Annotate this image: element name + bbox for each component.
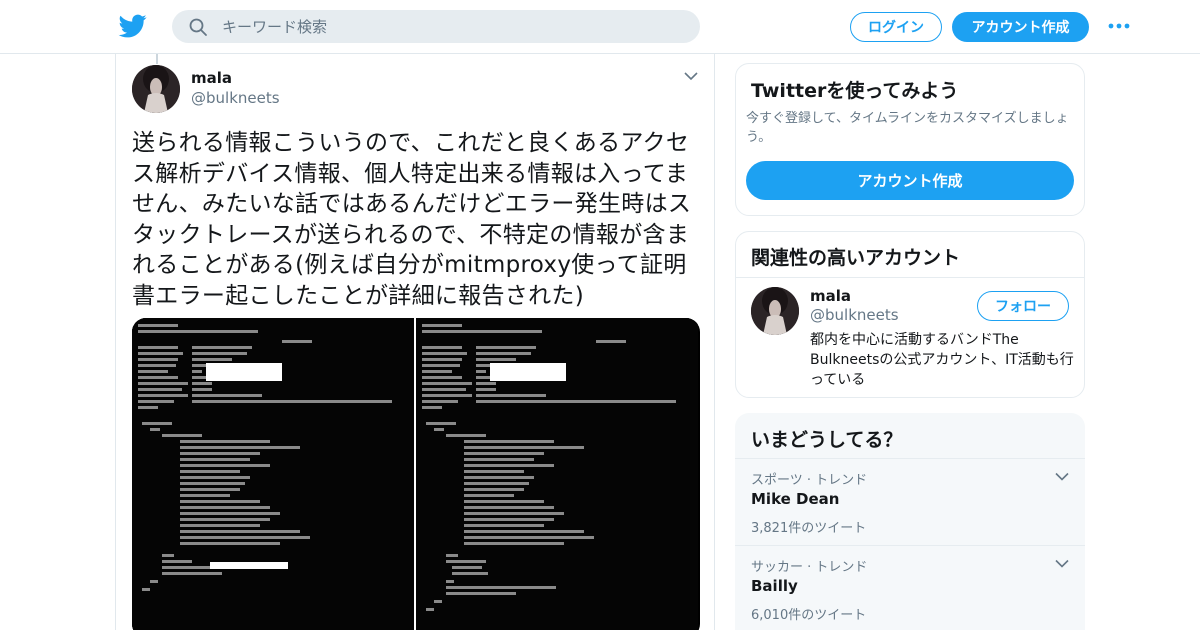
search-icon xyxy=(189,18,207,36)
avatar-image-icon xyxy=(132,65,180,113)
signup-button[interactable]: アカウント作成 xyxy=(952,12,1089,42)
tweet-media[interactable] xyxy=(132,318,700,630)
follow-button[interactable]: フォロー xyxy=(977,291,1069,321)
chevron-down-icon[interactable] xyxy=(1055,472,1069,481)
more-dots-icon[interactable] xyxy=(1108,22,1130,30)
twitter-bird-icon[interactable] xyxy=(118,12,148,40)
search-bar[interactable] xyxy=(172,10,700,43)
card-title: Twitterを使ってみよう xyxy=(751,80,959,102)
tweet-detail: mala @bulkneets 送られる情報こういうので、これだと良くあるアクセ… xyxy=(115,54,715,630)
card-title: いまどうしてる？ xyxy=(751,429,903,451)
author-name[interactable]: mala xyxy=(191,69,232,87)
trend-tweet-count: 3,821件のツイート xyxy=(751,521,867,536)
tweet-text: 送られる情報こういうので、これだと良くあるアクセス解析デバイス情報、個人特定出来… xyxy=(132,130,692,309)
trend-name[interactable]: Mike Dean xyxy=(751,490,839,508)
related-account-bio: 都内を中心に活動するバンドThe Bulkneetsの公式アカウント、IT活動も… xyxy=(810,332,1074,388)
chevron-down-icon[interactable] xyxy=(1055,559,1069,568)
trend-tweet-count: 6,010件のツイート xyxy=(751,608,867,623)
login-button[interactable]: ログイン xyxy=(850,12,942,42)
trend-name[interactable]: Bailly xyxy=(751,577,798,595)
author-handle[interactable]: @bulkneets xyxy=(191,89,280,107)
avatar[interactable] xyxy=(132,65,180,113)
thread-connector-line xyxy=(156,54,158,64)
chevron-down-icon[interactable] xyxy=(684,71,698,81)
card-title: 関連性の高いアカウント xyxy=(751,247,961,269)
avatar-image-icon xyxy=(751,287,799,335)
trend-item[interactable]: スポーツ · トレンド Mike Dean 3,821件のツイート xyxy=(735,458,1085,545)
card-description: 今すぐ登録して、タイムラインをカスタマイズしましょう。 xyxy=(746,111,1069,145)
trend-category: スポーツ · トレンド xyxy=(751,473,868,488)
related-accounts-card: 関連性の高いアカウント mala @bulkneets フォロー 都内を中心に活… xyxy=(735,231,1085,398)
top-navigation-bar: ログイン アカウント作成 xyxy=(0,0,1200,54)
terminal-screenshot-icon xyxy=(132,318,414,630)
trend-category: サッカー · トレンド xyxy=(751,560,868,575)
related-account-name[interactable]: mala xyxy=(810,287,851,305)
trend-item[interactable]: サッカー · トレンド Bailly 6,010件のツイート xyxy=(735,545,1085,630)
signup-prompt-card: Twitterを使ってみよう 今すぐ登録して、タイムラインをカスタマイズしましょ… xyxy=(735,63,1085,216)
avatar[interactable] xyxy=(751,287,799,335)
terminal-screenshot-icon xyxy=(416,318,698,630)
trends-card: いまどうしてる？ スポーツ · トレンド Mike Dean 3,821件のツイ… xyxy=(735,413,1085,630)
create-account-button[interactable]: アカウント作成 xyxy=(746,161,1074,200)
search-input[interactable] xyxy=(222,10,682,43)
related-account-handle[interactable]: @bulkneets xyxy=(810,306,899,324)
divider xyxy=(736,277,1084,278)
media-image-2[interactable] xyxy=(416,318,698,630)
media-image-1[interactable] xyxy=(132,318,414,630)
